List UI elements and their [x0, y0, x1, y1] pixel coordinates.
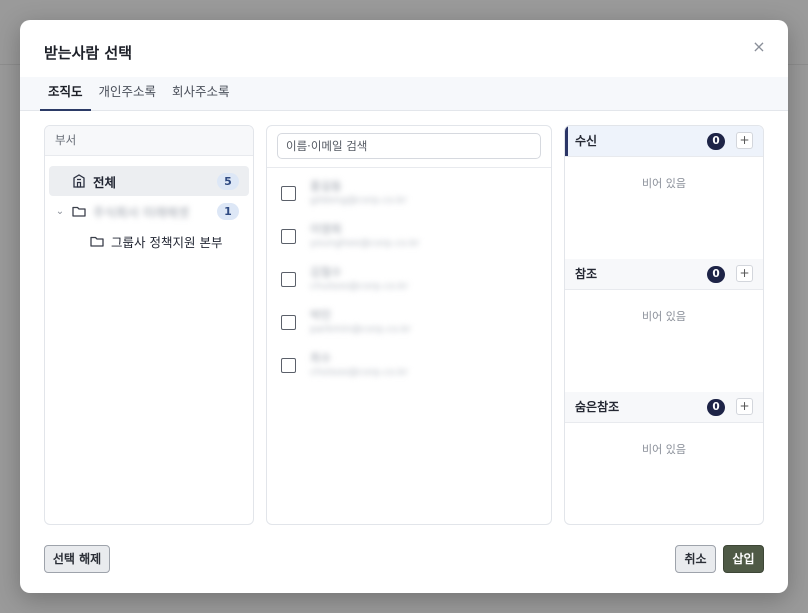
user-info: 이영희 younghee@corp.co.kr: [310, 222, 419, 251]
search-bar: [267, 126, 551, 168]
user-name: 이영희: [310, 221, 342, 236]
add-icon[interactable]: +: [736, 398, 753, 415]
user-info: 홍길동 gildong@corp.co.kr: [310, 179, 407, 208]
user-email: chulsoo@corp.co.kr: [310, 280, 409, 292]
tree-item-all[interactable]: 전체 5: [49, 166, 249, 196]
tree-item-company[interactable]: ⌄ 주식회사 미래에셋 1: [49, 196, 249, 226]
list-item[interactable]: 홍길동 gildong@corp.co.kr: [281, 173, 541, 213]
user-info: 김철수 chulsoo@corp.co.kr: [310, 265, 408, 294]
user-email: gildong@corp.co.kr: [310, 194, 407, 206]
list-item[interactable]: 김철수 chulsoo@corp.co.kr: [281, 259, 541, 299]
search-input[interactable]: [277, 133, 541, 159]
count-badge: 5: [217, 173, 239, 190]
user-email: choisoo@corp.co.kr: [310, 366, 408, 378]
empty-state: 비어 있음: [642, 443, 686, 456]
tree-item-label: 전체: [93, 174, 117, 190]
tab-org-chart[interactable]: 조직도: [40, 77, 91, 111]
tab-company-addressbook[interactable]: 회사주소록: [164, 77, 238, 111]
department-panel: 부서 전체 5 ⌄ 주식회사 미래에셋 1 그룹사 정책지원 본부: [44, 125, 254, 525]
count-badge: 0: [707, 399, 725, 416]
user-checkbox[interactable]: [281, 271, 296, 287]
dialog-title: 받는사람 선택: [44, 44, 133, 62]
recipient-section-cc: 참조 0 + 비어 있음: [565, 259, 763, 392]
chevron-down-icon[interactable]: ⌄: [49, 206, 71, 217]
count-badge: 1: [217, 203, 239, 220]
user-name: 김철수: [310, 264, 342, 279]
recipient-panel: 수신 0 + 비어 있음 참조 0 + 비어 있음 숨은참조 0 + 비어 있음: [564, 125, 764, 525]
folder-icon: [90, 236, 104, 247]
user-checkbox[interactable]: [281, 314, 296, 330]
user-checkbox[interactable]: [281, 357, 296, 373]
department-header: 부서: [45, 126, 253, 156]
user-name: 홍길동: [310, 178, 342, 193]
close-icon[interactable]: ×: [750, 38, 768, 56]
recipient-select-dialog: 받는사람 선택 × 조직도 개인주소록 회사주소록 부서 전체 5 ⌄ 주식회사…: [20, 20, 788, 593]
list-item[interactable]: 최수 choisoo@corp.co.kr: [281, 345, 541, 385]
recipient-section-bcc: 숨은참조 0 + 비어 있음: [565, 392, 763, 524]
section-label: 수신: [575, 134, 598, 148]
add-icon[interactable]: +: [736, 265, 753, 282]
user-checkbox[interactable]: [281, 185, 296, 201]
clear-selection-button[interactable]: 선택 해제: [44, 545, 110, 573]
add-icon[interactable]: +: [736, 132, 753, 149]
tab-personal-addressbook[interactable]: 개인주소록: [91, 77, 165, 111]
folder-icon: [72, 206, 86, 217]
section-label: 숨은참조: [575, 400, 620, 414]
section-header[interactable]: 수신 0 +: [565, 126, 763, 157]
tab-bar: 조직도 개인주소록 회사주소록: [20, 77, 788, 111]
tree-item-policy-support[interactable]: 그룹사 정책지원 본부: [49, 226, 249, 256]
recipient-section-to: 수신 0 + 비어 있음: [565, 126, 763, 259]
user-email: parkmin@corp.co.kr: [310, 323, 412, 335]
user-email: younghee@corp.co.kr: [310, 237, 420, 249]
count-badge: 0: [707, 266, 725, 283]
list-item[interactable]: 이영희 younghee@corp.co.kr: [281, 216, 541, 256]
user-name: 최수: [310, 350, 332, 365]
user-name: 박민: [310, 307, 332, 322]
count-badge: 0: [707, 133, 725, 150]
empty-state: 비어 있음: [642, 310, 686, 323]
section-label: 참조: [575, 267, 598, 281]
tree-item-label: 주식회사 미래에셋: [93, 204, 189, 220]
organization-icon: [73, 174, 85, 188]
insert-button[interactable]: 삽입: [723, 545, 764, 573]
list-item[interactable]: 박민 parkmin@corp.co.kr: [281, 302, 541, 342]
user-list-panel: 홍길동 gildong@corp.co.kr 이영희 younghee@corp…: [266, 125, 552, 525]
tree-item-label: 그룹사 정책지원 본부: [111, 234, 223, 250]
empty-state: 비어 있음: [642, 177, 686, 190]
section-header[interactable]: 숨은참조 0 +: [565, 392, 763, 423]
cancel-button[interactable]: 취소: [675, 545, 716, 573]
user-checkbox[interactable]: [281, 228, 296, 244]
section-header[interactable]: 참조 0 +: [565, 259, 763, 290]
user-info: 최수 choisoo@corp.co.kr: [310, 351, 408, 380]
user-info: 박민 parkmin@corp.co.kr: [310, 308, 411, 337]
